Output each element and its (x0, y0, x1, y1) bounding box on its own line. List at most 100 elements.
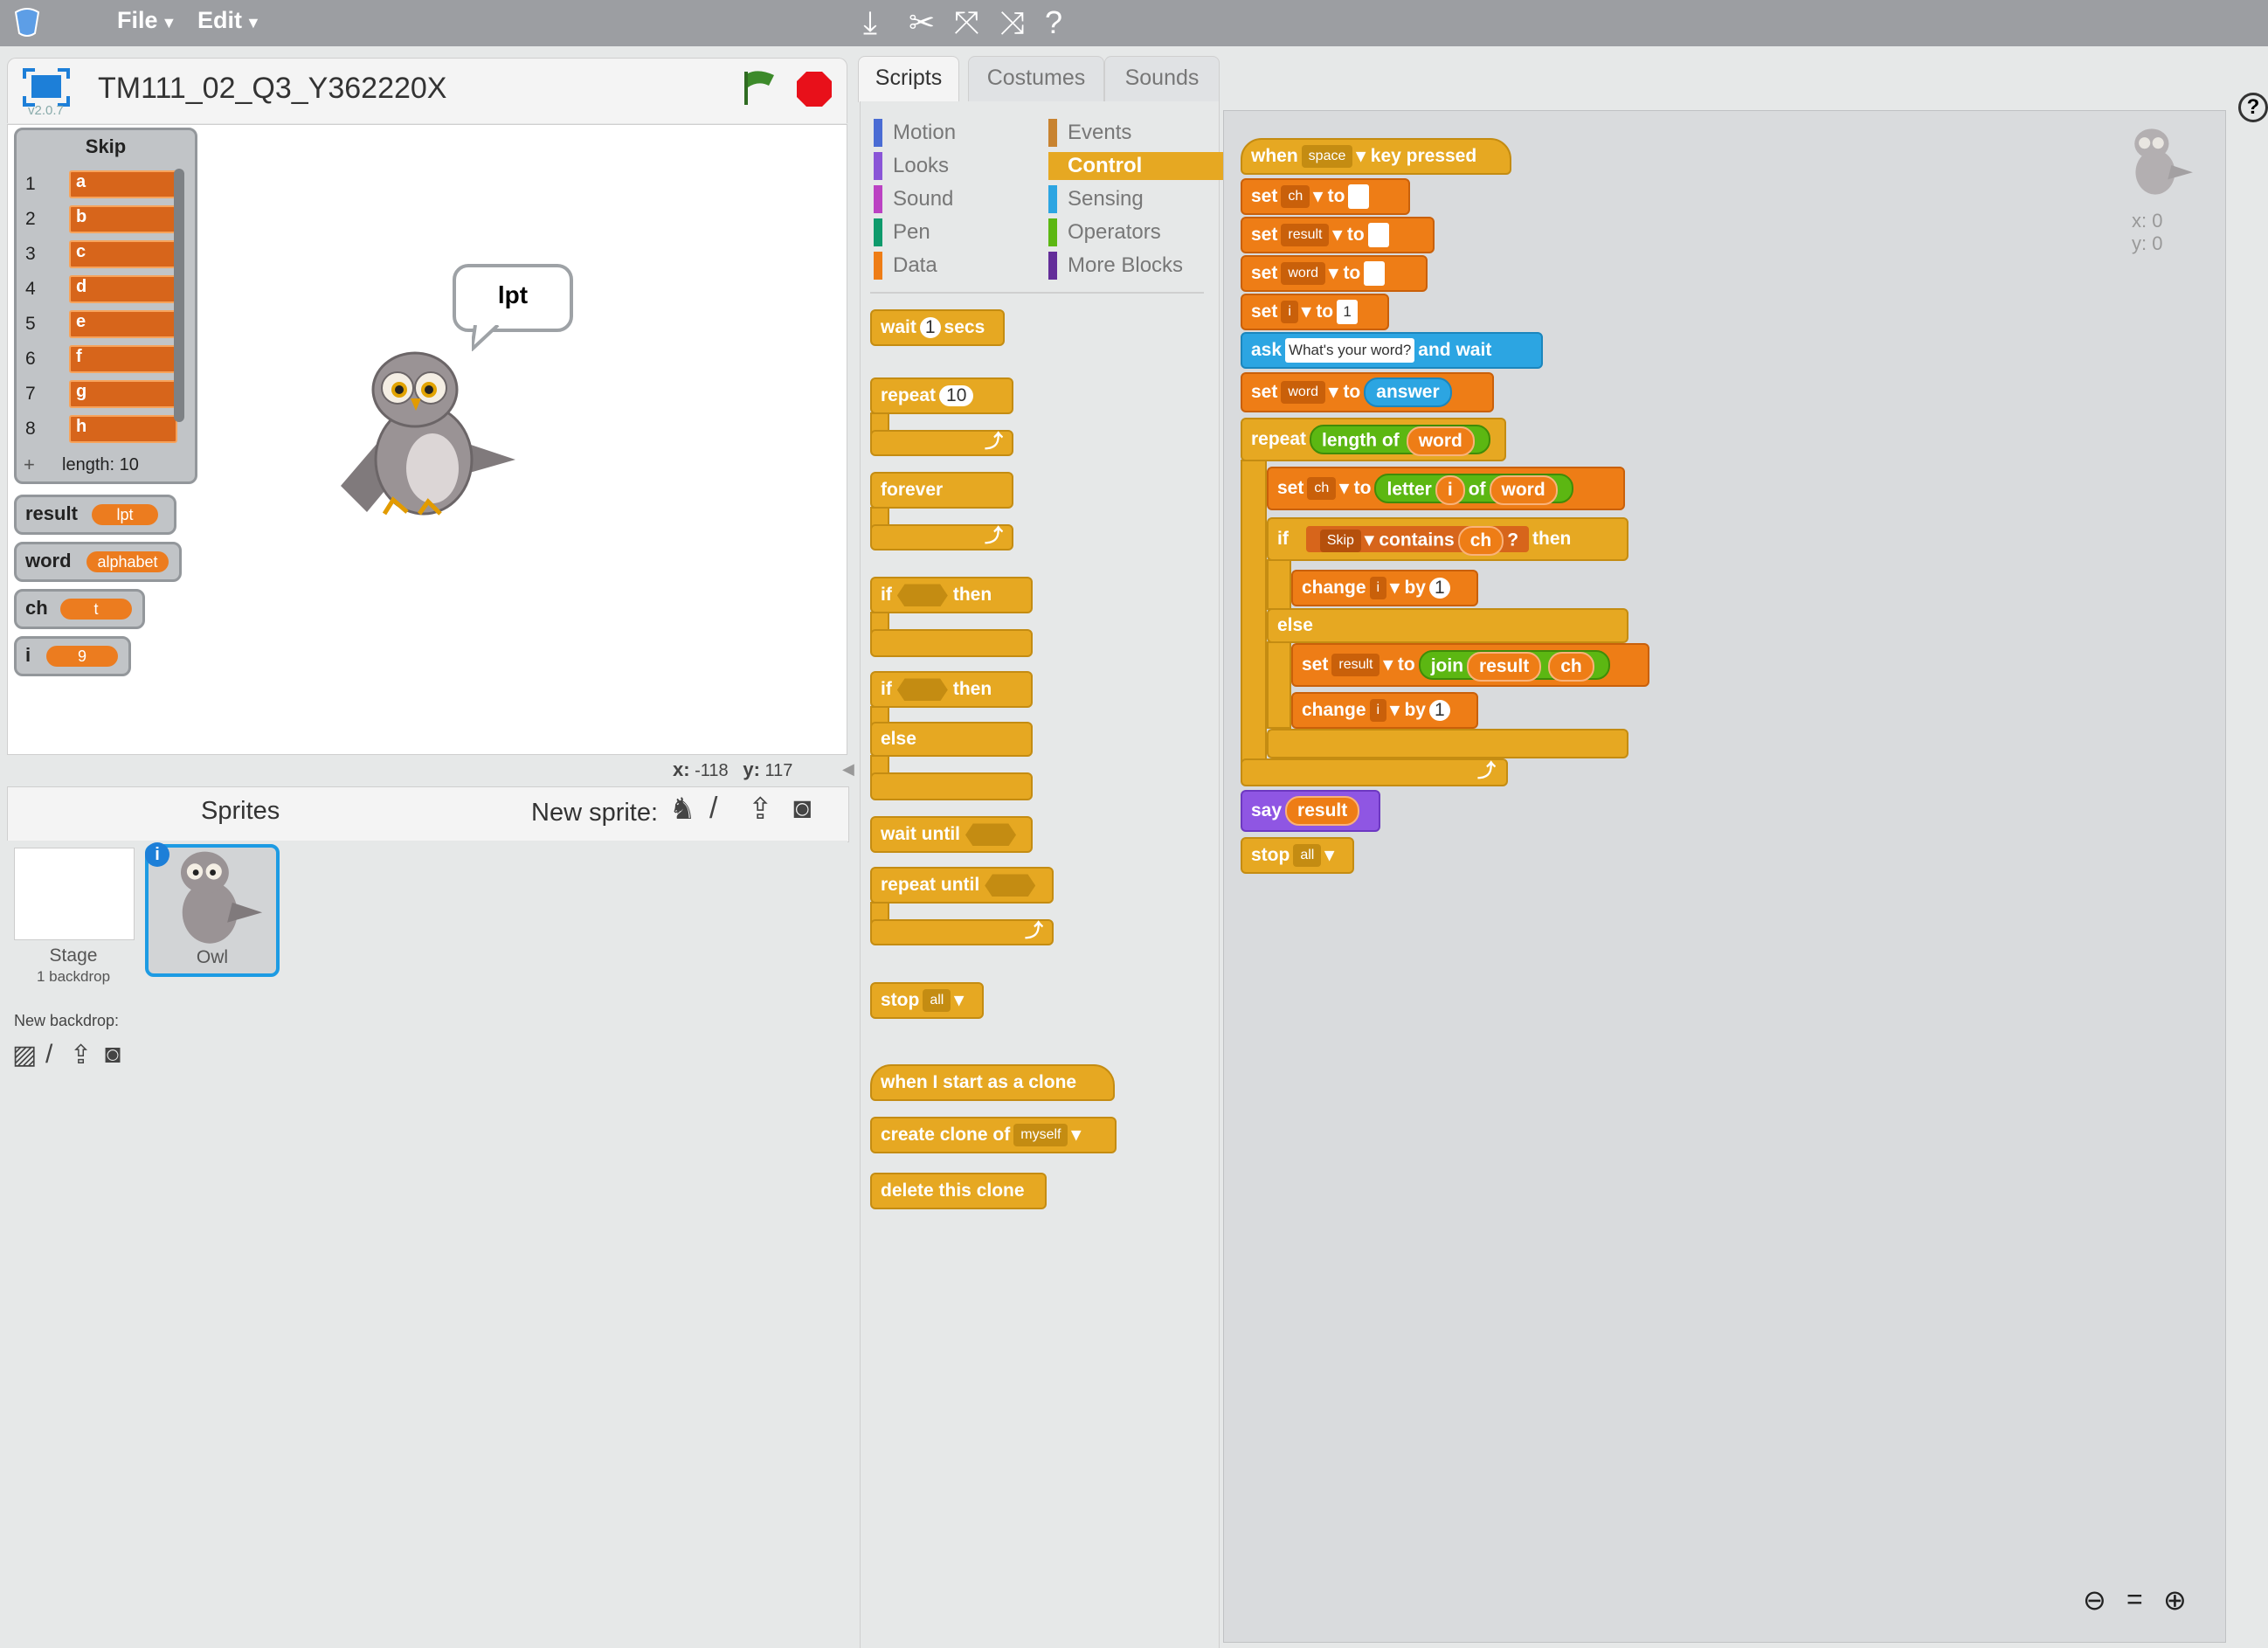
change-i-else-block[interactable]: change i ▾ by 1 (1291, 692, 1478, 729)
snap-logo-icon[interactable] (12, 5, 42, 38)
category-pen[interactable]: Pen (874, 218, 930, 246)
list-item: 2b (25, 204, 183, 233)
set-i-block[interactable]: set i ▾ to 1 (1241, 294, 1389, 330)
list-value[interactable]: g (69, 380, 177, 408)
ask-and-wait-block[interactable]: ask What's your word? and wait (1241, 332, 1543, 369)
paint-backdrop-icon[interactable]: / (45, 1040, 52, 1070)
list-item: 6f (25, 343, 183, 373)
upload-backdrop-icon[interactable]: ⇪ (70, 1040, 92, 1070)
list-index: 1 (25, 174, 36, 194)
repeat-block[interactable]: repeat 10 (870, 377, 1013, 414)
forever-block[interactable]: forever (870, 472, 1013, 509)
category-sensing[interactable]: Sensing (1048, 185, 1144, 213)
set-word-to-answer-block[interactable]: set word ▾ to answer (1241, 372, 1494, 412)
repeat-block-footer: ⤴ (870, 430, 1013, 456)
category-sound[interactable]: Sound (874, 185, 953, 213)
category-looks[interactable]: Looks (874, 152, 949, 180)
watcher-label: word (25, 550, 72, 571)
green-flag-icon[interactable] (739, 68, 778, 107)
list-monitor-skip[interactable]: Skip 1a 2b 3c 4d 5e 6f 7g 8h + length: 1… (14, 128, 197, 484)
list-value[interactable]: f (69, 345, 177, 373)
watcher-value: alphabet (86, 551, 169, 572)
list-value[interactable]: e (69, 310, 177, 338)
set-ch-letter-block[interactable]: set ch ▾ to letter i of word (1267, 467, 1625, 510)
wait-until-block[interactable]: wait until (870, 816, 1033, 853)
zoom-reset-icon[interactable]: = (2126, 1583, 2143, 1616)
when-start-as-clone-block[interactable]: when I start as a clone (870, 1064, 1115, 1101)
duplicate-stamp-icon[interactable]: ⤓ (863, 5, 877, 40)
backdrop-library-icon[interactable]: ▨ (12, 1040, 37, 1070)
watcher-value: t (60, 599, 132, 620)
watcher-label: i (25, 644, 31, 666)
grow-icon[interactable]: ⤧ (954, 5, 979, 40)
zoom-out-icon[interactable]: ⊖ (2083, 1583, 2106, 1617)
full-screen-icon[interactable] (23, 68, 70, 107)
sprite-info-icon[interactable]: i (145, 842, 169, 867)
add-item-icon[interactable]: + (24, 454, 35, 476)
stage-backdrop-count: 1 backdrop (36, 968, 111, 985)
list-index: 2 (25, 209, 36, 229)
help-icon[interactable]: ? (1045, 5, 1062, 40)
set-result-join-block[interactable]: set result ▾ to join result ch (1291, 643, 1649, 687)
set-result-block[interactable]: set result ▾ to (1241, 217, 1435, 253)
list-value[interactable]: b (69, 205, 177, 233)
category-data[interactable]: Data (874, 252, 937, 280)
camera-backdrop-icon[interactable]: ◙ (105, 1040, 121, 1070)
say-result-block[interactable]: say result (1241, 790, 1380, 832)
project-title: TM111_02_Q3_Y362220X (98, 72, 447, 105)
variable-watcher-ch[interactable]: ch t (14, 589, 145, 629)
owl-sprite[interactable] (332, 346, 524, 530)
stage-thumbnail[interactable] (14, 848, 135, 940)
list-index: 3 (25, 244, 36, 264)
x-coord-label: x: (673, 758, 690, 780)
when-key-pressed-hat[interactable]: when space ▾ key pressed (1241, 138, 1511, 175)
repeat-until-footer: ⤴ (870, 919, 1054, 945)
stop-block[interactable]: stop all ▾ (870, 982, 984, 1019)
delete-clone-block[interactable]: delete this clone (870, 1173, 1047, 1209)
list-value[interactable]: c (69, 240, 177, 268)
else-section: else (1267, 608, 1628, 643)
if-then-block[interactable]: if then (870, 577, 1033, 613)
wait-secs-block[interactable]: wait 1 secs (870, 309, 1005, 346)
category-operators[interactable]: Operators (1048, 218, 1161, 246)
set-word-block[interactable]: set word ▾ to (1241, 255, 1428, 292)
category-control[interactable]: Control (1048, 152, 1227, 180)
category-motion[interactable]: Motion (874, 119, 956, 147)
if-else-block[interactable]: if then (870, 671, 1033, 708)
repeat-until-block[interactable]: repeat until (870, 867, 1054, 904)
category-events[interactable]: Events (1048, 119, 1131, 147)
watcher-label: ch (25, 597, 48, 619)
tab-costumes[interactable]: Costumes (968, 56, 1104, 102)
variable-watcher-word[interactable]: word alphabet (14, 542, 182, 582)
create-clone-block[interactable]: create clone of myself ▾ (870, 1117, 1117, 1153)
cut-scissors-icon[interactable]: ✂ (909, 5, 935, 40)
zoom-in-icon[interactable]: ⊕ (2163, 1583, 2187, 1617)
category-more-blocks[interactable]: More Blocks (1048, 252, 1183, 280)
help-question-icon[interactable]: ? (2238, 93, 2268, 122)
repeat-length-block[interactable]: repeat length of word (1241, 418, 1506, 461)
list-value[interactable]: d (69, 275, 177, 303)
category-label: Pen (893, 220, 930, 244)
camera-sprite-icon[interactable]: ◙ (793, 792, 812, 826)
change-i-block[interactable]: change i ▾ by 1 (1291, 570, 1478, 606)
sprite-y: y: 0 (2132, 232, 2163, 254)
variable-watcher-result[interactable]: result lpt (14, 495, 176, 535)
file-menu[interactable]: File ▼ (117, 7, 176, 34)
upload-sprite-icon[interactable]: ⇪ (748, 792, 773, 827)
tab-sounds[interactable]: Sounds (1104, 56, 1220, 102)
variable-watcher-i[interactable]: i 9 (14, 636, 131, 676)
collapse-stage-icon[interactable]: ◀ (842, 760, 854, 779)
list-length: length: 10 (62, 455, 139, 474)
stop-all-block[interactable]: stop all ▾ (1241, 837, 1354, 874)
list-value[interactable]: a (69, 170, 177, 198)
if-contains-block[interactable]: if Skip ▾ contains ch? then (1267, 517, 1628, 561)
list-value[interactable]: h (69, 415, 177, 443)
stop-sign-icon[interactable] (795, 70, 833, 108)
choose-sprite-library-icon[interactable]: ♞ (669, 792, 695, 827)
tab-scripts[interactable]: Scripts (858, 56, 959, 102)
set-ch-block[interactable]: set ch ▾ to (1241, 178, 1410, 215)
list-scrollbar[interactable] (174, 169, 184, 422)
edit-menu[interactable]: Edit ▼ (197, 7, 261, 34)
paint-sprite-icon[interactable]: / (709, 792, 717, 826)
shrink-icon[interactable]: ⤨ (999, 5, 1025, 40)
